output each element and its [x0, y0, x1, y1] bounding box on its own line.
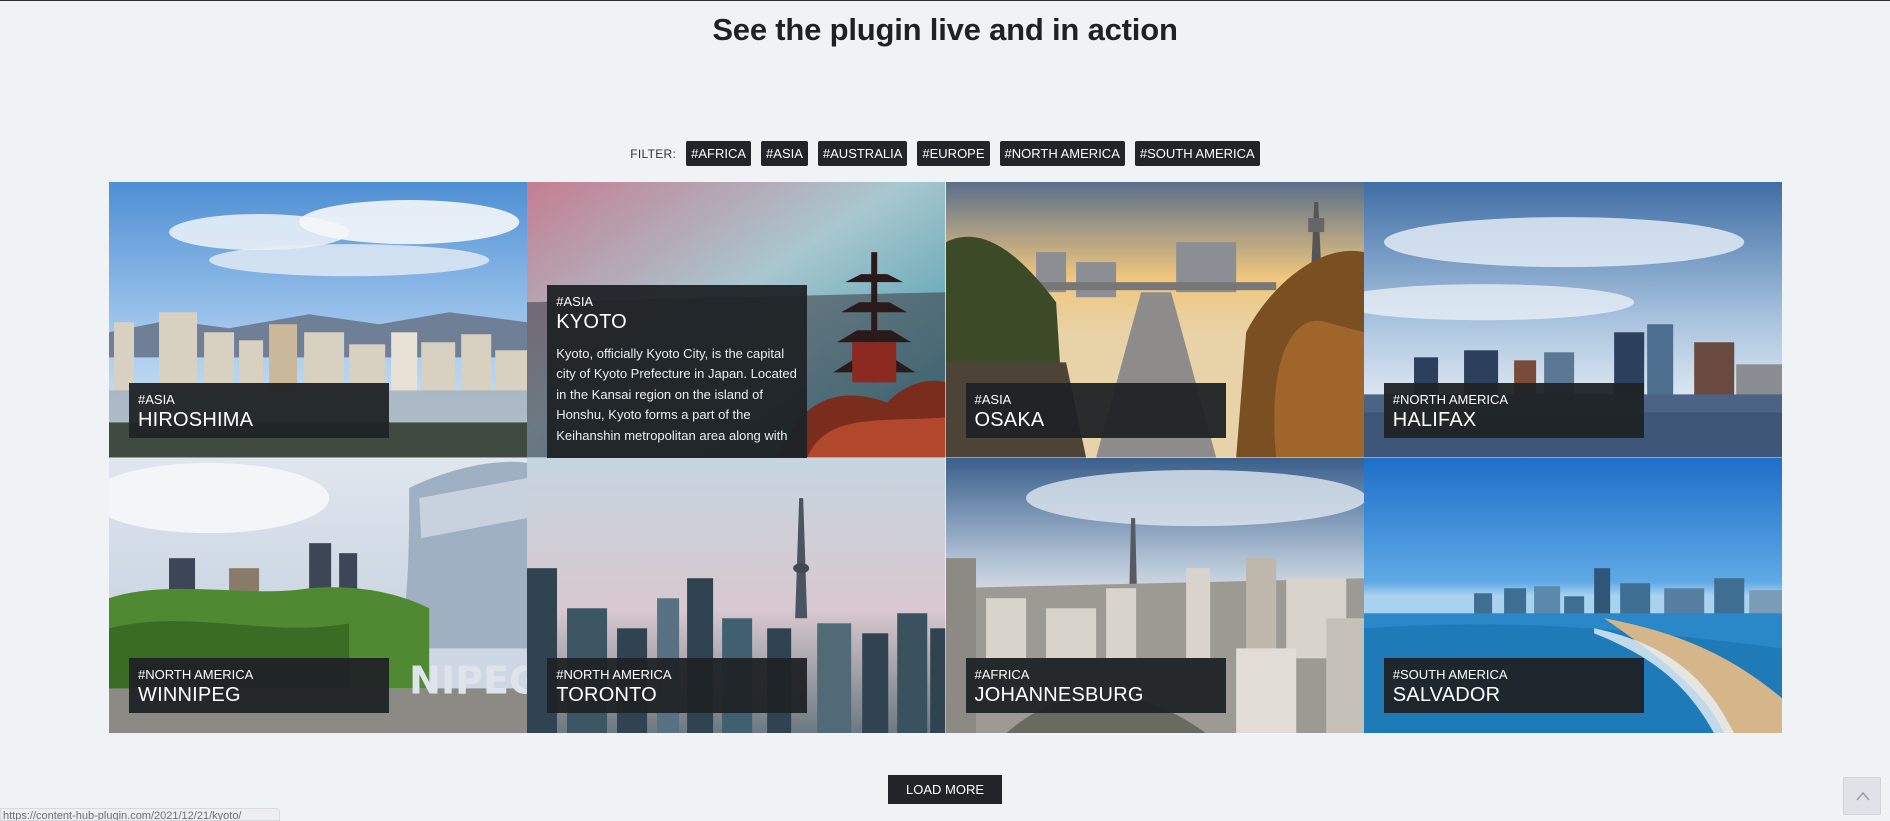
status-bar-url: https://content-hub-plugin.com/2021/12/2…	[0, 808, 280, 821]
card-toronto[interactable]: #NORTH AMERICA TORONTO	[527, 457, 946, 733]
card-caption: #SOUTH AMERICA SALVADOR	[1383, 658, 1644, 713]
card-caption-expanded: #ASIA KYOTO Kyoto, officially Kyoto City…	[547, 284, 808, 458]
card-caption: #ASIA OSAKA	[965, 382, 1226, 438]
city-grid: #ASIA HIROSHIMA #ASIA KYOTO Kyoto, offic…	[109, 182, 1782, 733]
card-tag[interactable]: #NORTH AMERICA	[138, 666, 380, 683]
card-tag[interactable]: #NORTH AMERICA	[1393, 391, 1635, 408]
card-hiroshima[interactable]: #ASIA HIROSHIMA	[109, 182, 528, 458]
filter-label: FILTER:	[630, 146, 677, 161]
card-title[interactable]: OSAKA	[975, 408, 1217, 432]
filter-bar: FILTER: #AFRICA #ASIA #AUSTRALIA #EUROPE…	[0, 141, 1890, 166]
card-title[interactable]: SALVADOR	[1393, 683, 1635, 707]
svg-text:NIPEG: NIPEG	[409, 658, 527, 702]
card-tag[interactable]: #ASIA	[138, 391, 380, 408]
card-winnipeg[interactable]: NIPEG #NORTH AMERICA WINNIPEG	[109, 457, 528, 733]
card-halifax[interactable]: #NORTH AMERICA HALIFAX	[1363, 182, 1782, 458]
card-caption: #NORTH AMERICA HALIFAX	[1383, 382, 1644, 438]
filter-tag-africa[interactable]: #AFRICA	[686, 141, 752, 166]
card-kyoto[interactable]: #ASIA KYOTO Kyoto, officially Kyoto City…	[527, 182, 946, 458]
filter-tag-europe[interactable]: #EUROPE	[917, 141, 990, 166]
card-caption: #AFRICA JOHANNESBURG	[965, 658, 1226, 713]
filter-tag-asia[interactable]: #ASIA	[761, 141, 808, 166]
load-more-button[interactable]: LOAD MORE	[888, 775, 1002, 804]
card-johannesburg[interactable]: #AFRICA JOHANNESBURG	[945, 457, 1364, 733]
card-title[interactable]: HIROSHIMA	[138, 408, 380, 432]
card-title[interactable]: TORONTO	[556, 683, 798, 707]
card-tag[interactable]: #ASIA	[975, 391, 1217, 408]
card-tag[interactable]: #SOUTH AMERICA	[1393, 666, 1635, 683]
page-title: See the plugin live and in action	[712, 12, 1178, 47]
top-divider	[0, 0, 1890, 1]
card-caption: #NORTH AMERICA TORONTO	[547, 658, 808, 713]
scroll-to-top-button[interactable]	[1843, 777, 1881, 815]
card-salvador[interactable]: #SOUTH AMERICA SALVADOR	[1363, 457, 1782, 733]
card-title[interactable]: JOHANNESBURG	[975, 683, 1217, 707]
card-tag[interactable]: #NORTH AMERICA	[556, 666, 798, 683]
filter-tag-australia[interactable]: #AUSTRALIA	[817, 141, 908, 166]
card-osaka[interactable]: #ASIA OSAKA	[945, 182, 1364, 458]
card-title[interactable]: WINNIPEG	[138, 683, 380, 707]
card-tag[interactable]: #ASIA	[556, 293, 798, 310]
chevron-up-icon	[1856, 791, 1870, 801]
filter-tag-north-america[interactable]: #NORTH AMERICA	[999, 141, 1125, 166]
card-title[interactable]: KYOTO	[556, 310, 798, 334]
card-tag[interactable]: #AFRICA	[975, 666, 1217, 683]
filter-tag-south-america[interactable]: #SOUTH AMERICA	[1134, 141, 1260, 166]
card-description: Kyoto, officially Kyoto City, is the cap…	[556, 345, 797, 443]
card-caption: #ASIA HIROSHIMA	[129, 382, 389, 438]
card-caption: #NORTH AMERICA WINNIPEG	[129, 658, 389, 713]
card-title[interactable]: HALIFAX	[1393, 408, 1635, 432]
